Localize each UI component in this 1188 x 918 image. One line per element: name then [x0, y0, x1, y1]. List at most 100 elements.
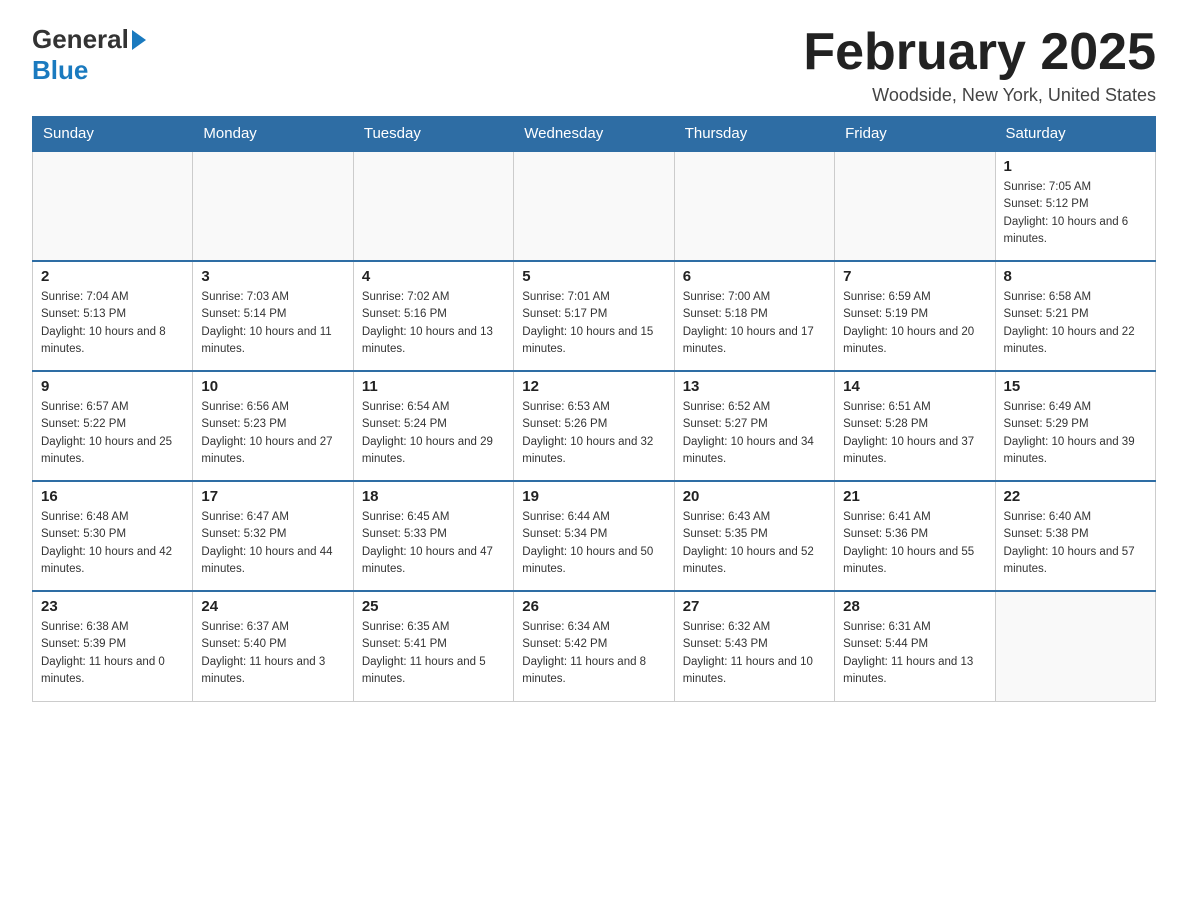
day-number: 16	[41, 488, 184, 505]
calendar-day-cell: 3 Sunrise: 7:03 AMSunset: 5:14 PMDaylight…	[193, 261, 353, 371]
day-number: 24	[201, 598, 344, 615]
calendar-day-cell: 7 Sunrise: 6:59 AMSunset: 5:19 PMDaylight…	[835, 261, 995, 371]
day-info: Sunrise: 6:49 AMSunset: 5:29 PMDaylight:…	[1004, 399, 1147, 468]
day-info: Sunrise: 6:58 AMSunset: 5:21 PMDaylight:…	[1004, 289, 1147, 358]
weekday-header-sunday: Sunday	[33, 117, 193, 152]
calendar-day-cell: 13Sunrise: 6:52 AMSunset: 5:27 PMDayligh…	[674, 371, 834, 481]
calendar-day-cell: 24 Sunrise: 6:37 AMSunset: 5:40 PMDayligh…	[193, 591, 353, 701]
weekday-header-tuesday: Tuesday	[353, 117, 513, 152]
calendar-day-cell	[353, 151, 513, 261]
day-number: 4	[362, 268, 505, 285]
day-number: 11	[362, 378, 505, 395]
calendar-day-cell: 23 Sunrise: 6:38 AMSunset: 5:39 PMDayligh…	[33, 591, 193, 701]
page-header: General Blue February 2025 Woodside, New…	[32, 24, 1156, 106]
weekday-header-saturday: Saturday	[995, 117, 1155, 152]
day-number: 19	[522, 488, 665, 505]
calendar-day-cell: 27Sunrise: 6:32 AMSunset: 5:43 PMDayligh…	[674, 591, 834, 701]
calendar-day-cell: 6 Sunrise: 7:00 AMSunset: 5:18 PMDaylight…	[674, 261, 834, 371]
calendar-day-cell: 16 Sunrise: 6:48 AMSunset: 5:30 PMDayligh…	[33, 481, 193, 591]
day-number: 14	[843, 378, 986, 395]
day-number: 8	[1004, 268, 1147, 285]
calendar-table: SundayMondayTuesdayWednesdayThursdayFrid…	[32, 116, 1156, 702]
day-number: 12	[522, 378, 665, 395]
calendar-day-cell: 14Sunrise: 6:51 AMSunset: 5:28 PMDayligh…	[835, 371, 995, 481]
day-number: 18	[362, 488, 505, 505]
day-info: Sunrise: 6:45 AMSunset: 5:33 PMDaylight:…	[362, 509, 505, 578]
day-info: Sunrise: 7:05 AMSunset: 5:12 PMDaylight:…	[1004, 179, 1147, 248]
calendar-week-row: 2 Sunrise: 7:04 AMSunset: 5:13 PMDaylight…	[33, 261, 1156, 371]
calendar-day-cell: 26 Sunrise: 6:34 AMSunset: 5:42 PMDayligh…	[514, 591, 674, 701]
calendar-header-row: SundayMondayTuesdayWednesdayThursdayFrid…	[33, 117, 1156, 152]
calendar-day-cell: 28Sunrise: 6:31 AMSunset: 5:44 PMDayligh…	[835, 591, 995, 701]
day-info: Sunrise: 6:34 AMSunset: 5:42 PMDaylight:…	[522, 619, 665, 688]
day-info: Sunrise: 6:41 AMSunset: 5:36 PMDaylight:…	[843, 509, 986, 578]
calendar-week-row: 16 Sunrise: 6:48 AMSunset: 5:30 PMDayligh…	[33, 481, 1156, 591]
day-info: Sunrise: 7:01 AMSunset: 5:17 PMDaylight:…	[522, 289, 665, 358]
calendar-day-cell	[995, 591, 1155, 701]
calendar-day-cell: 22 Sunrise: 6:40 AMSunset: 5:38 PMDayligh…	[995, 481, 1155, 591]
day-number: 21	[843, 488, 986, 505]
day-number: 9	[41, 378, 184, 395]
day-number: 17	[201, 488, 344, 505]
title-section: February 2025 Woodside, New York, United…	[803, 24, 1156, 106]
day-info: Sunrise: 7:02 AMSunset: 5:16 PMDaylight:…	[362, 289, 505, 358]
weekday-header-wednesday: Wednesday	[514, 117, 674, 152]
calendar-day-cell	[193, 151, 353, 261]
calendar-day-cell: 12Sunrise: 6:53 AMSunset: 5:26 PMDayligh…	[514, 371, 674, 481]
day-number: 5	[522, 268, 665, 285]
day-info: Sunrise: 6:40 AMSunset: 5:38 PMDaylight:…	[1004, 509, 1147, 578]
day-number: 2	[41, 268, 184, 285]
day-info: Sunrise: 6:44 AMSunset: 5:34 PMDaylight:…	[522, 509, 665, 578]
day-number: 20	[683, 488, 826, 505]
calendar-day-cell: 10Sunrise: 6:56 AMSunset: 5:23 PMDayligh…	[193, 371, 353, 481]
calendar-day-cell: 2 Sunrise: 7:04 AMSunset: 5:13 PMDaylight…	[33, 261, 193, 371]
day-number: 23	[41, 598, 184, 615]
logo-blue-text: Blue	[32, 55, 88, 86]
day-info: Sunrise: 6:31 AMSunset: 5:44 PMDaylight:…	[843, 619, 986, 688]
day-info: Sunrise: 6:43 AMSunset: 5:35 PMDaylight:…	[683, 509, 826, 578]
calendar-week-row: 23 Sunrise: 6:38 AMSunset: 5:39 PMDayligh…	[33, 591, 1156, 701]
calendar-day-cell: 11 Sunrise: 6:54 AMSunset: 5:24 PMDayligh…	[353, 371, 513, 481]
day-number: 27	[683, 598, 826, 615]
location-text: Woodside, New York, United States	[803, 85, 1156, 106]
day-number: 25	[362, 598, 505, 615]
weekday-header-monday: Monday	[193, 117, 353, 152]
day-info: Sunrise: 6:59 AMSunset: 5:19 PMDaylight:…	[843, 289, 986, 358]
calendar-day-cell	[674, 151, 834, 261]
day-info: Sunrise: 6:56 AMSunset: 5:23 PMDaylight:…	[201, 399, 344, 468]
calendar-day-cell: 25 Sunrise: 6:35 AMSunset: 5:41 PMDayligh…	[353, 591, 513, 701]
day-info: Sunrise: 6:37 AMSunset: 5:40 PMDaylight:…	[201, 619, 344, 688]
calendar-day-cell: 19 Sunrise: 6:44 AMSunset: 5:34 PMDayligh…	[514, 481, 674, 591]
calendar-day-cell: 18 Sunrise: 6:45 AMSunset: 5:33 PMDayligh…	[353, 481, 513, 591]
calendar-day-cell	[33, 151, 193, 261]
day-info: Sunrise: 6:52 AMSunset: 5:27 PMDaylight:…	[683, 399, 826, 468]
day-number: 7	[843, 268, 986, 285]
calendar-day-cell: 1 Sunrise: 7:05 AMSunset: 5:12 PMDaylight…	[995, 151, 1155, 261]
day-info: Sunrise: 7:00 AMSunset: 5:18 PMDaylight:…	[683, 289, 826, 358]
day-info: Sunrise: 6:35 AMSunset: 5:41 PMDaylight:…	[362, 619, 505, 688]
logo-general-text: General	[32, 24, 129, 55]
day-info: Sunrise: 7:03 AMSunset: 5:14 PMDaylight:…	[201, 289, 344, 358]
calendar-day-cell: 5 Sunrise: 7:01 AMSunset: 5:17 PMDaylight…	[514, 261, 674, 371]
day-number: 22	[1004, 488, 1147, 505]
calendar-day-cell: 17 Sunrise: 6:47 AMSunset: 5:32 PMDayligh…	[193, 481, 353, 591]
day-number: 26	[522, 598, 665, 615]
weekday-header-friday: Friday	[835, 117, 995, 152]
day-number: 1	[1004, 158, 1147, 175]
weekday-header-thursday: Thursday	[674, 117, 834, 152]
logo-arrow-icon	[132, 30, 146, 50]
day-info: Sunrise: 6:47 AMSunset: 5:32 PMDaylight:…	[201, 509, 344, 578]
day-number: 3	[201, 268, 344, 285]
day-info: Sunrise: 6:57 AMSunset: 5:22 PMDaylight:…	[41, 399, 184, 468]
month-title: February 2025	[803, 24, 1156, 81]
day-info: Sunrise: 6:38 AMSunset: 5:39 PMDaylight:…	[41, 619, 184, 688]
day-info: Sunrise: 6:48 AMSunset: 5:30 PMDaylight:…	[41, 509, 184, 578]
day-info: Sunrise: 6:54 AMSunset: 5:24 PMDaylight:…	[362, 399, 505, 468]
day-number: 6	[683, 268, 826, 285]
day-number: 15	[1004, 378, 1147, 395]
calendar-day-cell: 21 Sunrise: 6:41 AMSunset: 5:36 PMDayligh…	[835, 481, 995, 591]
calendar-day-cell: 9 Sunrise: 6:57 AMSunset: 5:22 PMDaylight…	[33, 371, 193, 481]
calendar-week-row: 1 Sunrise: 7:05 AMSunset: 5:12 PMDaylight…	[33, 151, 1156, 261]
day-info: Sunrise: 7:04 AMSunset: 5:13 PMDaylight:…	[41, 289, 184, 358]
calendar-week-row: 9 Sunrise: 6:57 AMSunset: 5:22 PMDaylight…	[33, 371, 1156, 481]
